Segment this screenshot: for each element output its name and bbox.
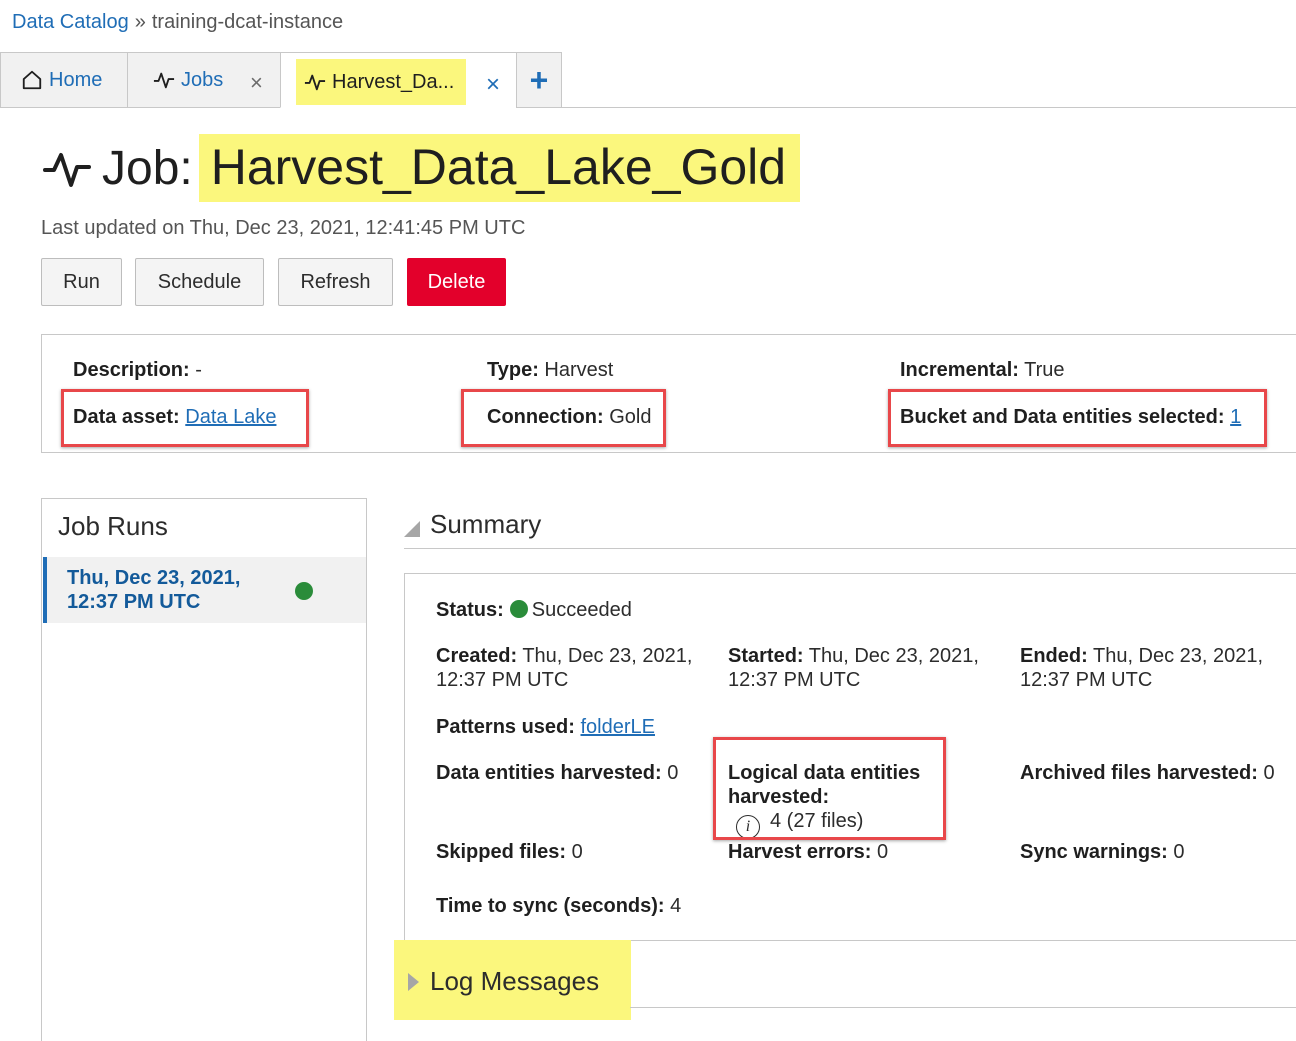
bucket-entities-field: Bucket and Data entities selected: 1 [900,406,1242,428]
connection-field: Connection: Gold [487,406,652,428]
delete-button[interactable]: Delete [407,258,506,306]
data-asset-link[interactable]: Data Lake [185,406,276,428]
run-button[interactable]: Run [41,258,122,306]
description-field: Description: - [73,359,202,381]
started-field: Started: Thu, Dec 23, 2021, 12:37 PM UTC [728,645,979,691]
summary-panel: Status: Succeeded Created: Thu, Dec 23, 2… [404,573,1296,941]
job-name: Harvest_Data_Lake_Gold [198,134,801,202]
job-runs-panel: Job Runs Thu, Dec 23, 2021, 12:37 PM UTC [41,498,367,1041]
log-messages-title: Log Messages [430,966,600,996]
log-messages-section-header[interactable]: Log Messages [408,966,599,997]
logical-entities-harvested-field: Logical data entities harvested: i4 (27 … [728,761,920,839]
patterns-used-link[interactable]: folderLE [581,716,656,738]
page-title: Job: Harvest_Data_Lake_Gold [42,130,801,206]
data-asset-field: Data asset: Data Lake [73,406,277,428]
tab-harvest-label: Harvest_Da... [332,70,455,93]
activity-icon [304,74,326,91]
last-updated-text: Last updated on Thu, Dec 23, 2021, 12:41… [41,217,526,239]
breadcrumb-separator: » [134,11,146,33]
page-title-prefix: Job: [102,141,193,195]
divider [630,1007,1296,1008]
breadcrumb: Data Catalog» training-dcat-instance [12,11,343,34]
bucket-entities-link[interactable]: 1 [1230,406,1241,428]
schedule-button[interactable]: Schedule [135,258,264,306]
tab-jobs-label: Jobs [181,68,224,91]
time-to-sync-field: Time to sync (seconds): 4 [436,895,682,917]
summary-section-header[interactable]: Summary [404,509,541,540]
tab-bar: Home Jobs × Harvest_Da... × + [0,52,1296,108]
data-entities-harvested-field: Data entities harvested: 0 [436,762,679,784]
tab-jobs[interactable]: Jobs × [127,52,281,108]
run-status-success-icon [295,582,313,600]
add-tab-button[interactable]: + [516,52,562,108]
archived-files-field: Archived files harvested: 0 [1020,762,1275,784]
ended-field: Ended: Thu, Dec 23, 2021, 12:37 PM UTC [1020,645,1264,691]
activity-icon [43,153,91,187]
created-field: Created: Thu, Dec 23, 2021, 12:37 PM UTC [436,645,693,691]
incremental-field: Incremental: True [900,359,1065,381]
activity-icon [153,72,175,89]
expand-triangle-icon [408,972,419,991]
collapse-triangle-icon [404,520,420,537]
status-field: Status: Succeeded [436,599,632,621]
breadcrumb-data-catalog-link[interactable]: Data Catalog [12,11,129,33]
sync-warnings-field: Sync warnings: 0 [1020,841,1185,863]
type-field: Type: Harvest [487,359,614,381]
status-success-icon [509,600,528,618]
job-run-timestamp: Thu, Dec 23, 2021, 12:37 PM UTC [67,567,241,613]
tab-harvest-data-lake-gold[interactable]: Harvest_Da... × [280,52,517,108]
job-run-item[interactable]: Thu, Dec 23, 2021, 12:37 PM UTC [43,557,366,623]
plus-icon: + [529,62,549,98]
tab-harvest-highlight: Harvest_Da... [296,59,466,105]
job-details-panel: Description: - Data asset: Data Lake Typ… [41,334,1296,453]
divider [404,548,1296,549]
info-icon[interactable]: i [736,815,760,839]
summary-title: Summary [430,509,542,539]
close-tab-jobs-icon[interactable]: × [250,70,263,96]
job-runs-title: Job Runs [58,511,168,541]
refresh-button[interactable]: Refresh [278,258,393,306]
close-tab-harvest-icon[interactable]: × [486,71,500,99]
patterns-used-field: Patterns used: folderLE [436,716,656,738]
tab-home-label: Home [49,68,103,91]
breadcrumb-current: training-dcat-instance [151,11,344,33]
harvest-errors-field: Harvest errors: 0 [728,841,889,863]
home-icon [22,70,42,90]
skipped-files-field: Skipped files: 0 [436,841,583,863]
tab-home[interactable]: Home [0,52,128,108]
